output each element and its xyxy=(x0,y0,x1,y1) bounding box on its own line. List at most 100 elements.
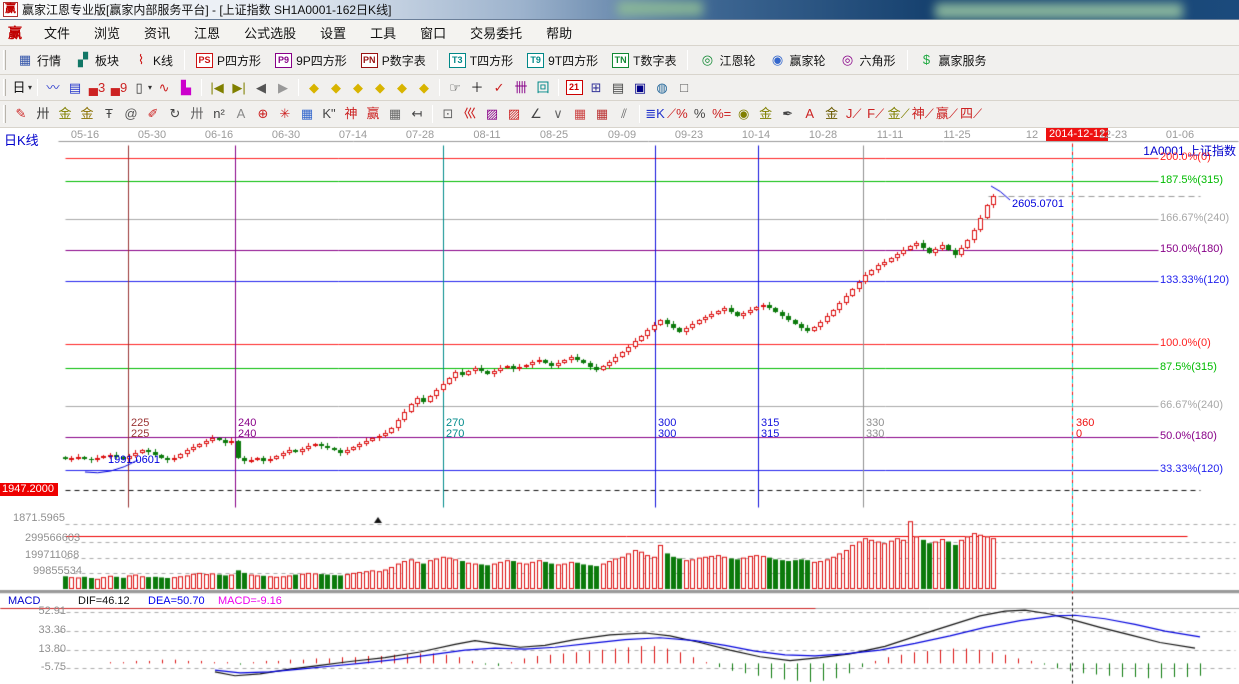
bars-3min-icon[interactable]: ▄3 xyxy=(86,77,108,98)
spiral-icon[interactable]: @ xyxy=(120,104,142,125)
menu-item-7[interactable]: 窗口 xyxy=(408,20,458,45)
j-angle-icon[interactable]: J⟋ xyxy=(843,104,865,125)
hexagon-button[interactable]: ◎六角形 xyxy=(833,49,903,72)
draw-pen-icon[interactable]: ✎ xyxy=(10,104,32,125)
ruler-comb-icon[interactable]: 卅 xyxy=(32,104,54,125)
ying-angle-icon[interactable]: 赢⟋ xyxy=(935,104,959,125)
last-bar-icon[interactable]: ▶| xyxy=(228,77,250,98)
first-bar-icon[interactable]: |◀ xyxy=(206,77,228,98)
percent-line-icon[interactable]: %= xyxy=(711,104,733,125)
fan-box-red-icon[interactable]: ▨ xyxy=(503,104,525,125)
box-tool-icon[interactable]: ⊡ xyxy=(437,104,459,125)
calendar-icon[interactable]: 21 xyxy=(563,77,585,98)
next-bar-icon[interactable]: ▶ xyxy=(272,77,294,98)
winner-wheel-button[interactable]: ◉赢家轮 xyxy=(762,49,832,72)
kline-button[interactable]: ⌇K线 xyxy=(126,49,180,72)
t-number-table-button[interactable]: TNT数字表 xyxy=(605,49,683,72)
fan-box-purple-icon[interactable]: ▨ xyxy=(481,104,503,125)
four-angle-icon[interactable]: 四⟋ xyxy=(959,104,983,125)
gann-wheel-button[interactable]: ◎江恩轮 xyxy=(692,49,762,72)
menu-item-9[interactable]: 帮助 xyxy=(534,20,584,45)
parallel-lines-icon[interactable]: ⫽ xyxy=(613,104,635,125)
gann-diamond-h-icon[interactable]: ◆ xyxy=(347,77,369,98)
chart-area[interactable]: 日K线 1A0001 上证指数 12 2014-12-12 1947.2000 … xyxy=(0,128,1239,684)
gold-angle-icon[interactable]: 金⟋ xyxy=(887,104,911,125)
single-candle-button[interactable]: ▯▾ xyxy=(130,77,153,98)
sectors-button[interactable]: ▞板块 xyxy=(68,49,126,72)
winner-service-button[interactable]: $赢家服务 xyxy=(912,49,994,72)
menu-item-0[interactable]: 文件 xyxy=(32,20,82,45)
k-quote-icon[interactable]: K" xyxy=(318,104,340,125)
info-panel-icon[interactable]: ▤ xyxy=(64,77,86,98)
9p-square-button[interactable]: P99P四方形 xyxy=(268,49,354,72)
purple-tool-icon[interactable]: 卌 xyxy=(510,77,532,98)
notes-icon[interactable]: ▤ xyxy=(607,77,629,98)
red-grid-box-icon[interactable]: ▦ xyxy=(591,104,613,125)
mirror-a-icon[interactable]: A xyxy=(230,104,252,125)
trend-wave-icon[interactable]: 〰 xyxy=(42,77,64,98)
gold-lines-icon[interactable]: 金 xyxy=(755,104,777,125)
pan-hand-icon[interactable]: ☞ xyxy=(444,77,466,98)
ying-ruler-icon[interactable]: 赢 xyxy=(362,104,384,125)
period-day-button[interactable]: 日▾ xyxy=(10,77,33,98)
check-line-icon[interactable]: ∨ xyxy=(547,104,569,125)
gold-ruler-2-icon[interactable]: 金 xyxy=(76,104,98,125)
measure-arrow-icon[interactable]: ↤ xyxy=(406,104,428,125)
pen-ruler-icon[interactable]: ✐ xyxy=(142,104,164,125)
gann-diamond-right-icon[interactable]: ◆ xyxy=(325,77,347,98)
gold-lines2-icon[interactable]: 金 xyxy=(821,104,843,125)
angle-line-icon[interactable]: ∠ xyxy=(525,104,547,125)
gold-circle-icon[interactable]: ◉ xyxy=(733,104,755,125)
p-number-table-button[interactable]: PNP数字表 xyxy=(354,49,433,72)
gann-diamond-all-icon[interactable]: ◆ xyxy=(413,77,435,98)
calculator-icon[interactable]: ⊞ xyxy=(585,77,607,98)
f-angle-icon[interactable]: F⟋ xyxy=(865,104,887,125)
gold-ruler-1-icon[interactable]: 金 xyxy=(54,104,76,125)
workstation-icon[interactable]: □ xyxy=(673,77,695,98)
target-circle-icon[interactable]: ⊕ xyxy=(252,104,274,125)
menu-item-2[interactable]: 资讯 xyxy=(132,20,182,45)
p-square-button[interactable]: PSP四方形 xyxy=(189,49,268,72)
ray-fan-icon[interactable]: 巛 xyxy=(459,104,481,125)
probe-icon[interactable]: ✓ xyxy=(488,77,510,98)
cycle-circle-icon[interactable]: ↻ xyxy=(164,104,186,125)
quotes-button[interactable]: ▦行情 xyxy=(10,49,68,72)
red-grid-icon[interactable]: ▦ xyxy=(569,104,591,125)
save-icon[interactable]: ▣ xyxy=(629,77,651,98)
percent-icon[interactable]: % xyxy=(689,104,711,125)
shen-angle-icon[interactable]: 神⟋ xyxy=(911,104,935,125)
bars-9min-icon[interactable]: ▄9 xyxy=(108,77,130,98)
gann-diamond-left-icon[interactable]: ◆ xyxy=(303,77,325,98)
f-ruler-icon[interactable]: Ŧ xyxy=(98,104,120,125)
k-list-icon[interactable]: ≣K xyxy=(644,104,666,125)
percent-slash-icon[interactable]: ⟋% xyxy=(666,104,689,125)
ink-pen-icon[interactable]: ✒ xyxy=(777,104,799,125)
gann-diamond-v-icon[interactable]: ◆ xyxy=(391,77,413,98)
ruler-comb2-icon[interactable]: 卅 xyxy=(186,104,208,125)
menu-item-6[interactable]: 工具 xyxy=(358,20,408,45)
grid-123-icon[interactable]: ▦ xyxy=(384,104,406,125)
t-square-button[interactable]: T3T四方形 xyxy=(442,49,520,72)
shen-ruler-icon[interactable]: 神 xyxy=(340,104,362,125)
grid-center-icon[interactable]: ▦ xyxy=(296,104,318,125)
menu-item-4[interactable]: 公式选股 xyxy=(232,20,308,45)
gann-diamond-x-icon[interactable]: ◆ xyxy=(369,77,391,98)
pattern-zigzag-icon[interactable]: ∿ xyxy=(153,77,175,98)
prev-bar-icon[interactable]: ◀ xyxy=(250,77,272,98)
price-chart-canvas[interactable] xyxy=(0,128,1239,684)
n-square-icon[interactable]: n² xyxy=(208,104,230,125)
menu-item-5[interactable]: 设置 xyxy=(308,20,358,45)
teal-sphere-icon[interactable]: 回 xyxy=(532,77,554,98)
price-histogram-icon[interactable]: ▙ xyxy=(175,77,197,98)
9t-square-button[interactable]: T99T四方形 xyxy=(520,49,605,72)
grid-center-icon: ▦ xyxy=(299,106,315,122)
menu-item-8[interactable]: 交易委托 xyxy=(458,20,534,45)
export-web-icon[interactable]: ◍ xyxy=(651,77,673,98)
crosshair-icon[interactable]: ＋ xyxy=(466,77,488,98)
red-a-icon[interactable]: A xyxy=(799,104,821,125)
gold-ruler-2-icon: 金 xyxy=(79,106,95,122)
starburst-icon[interactable]: ✳ xyxy=(274,104,296,125)
percent-line-icon: %= xyxy=(712,106,731,122)
menu-item-3[interactable]: 江恩 xyxy=(182,20,232,45)
menu-item-1[interactable]: 浏览 xyxy=(82,20,132,45)
